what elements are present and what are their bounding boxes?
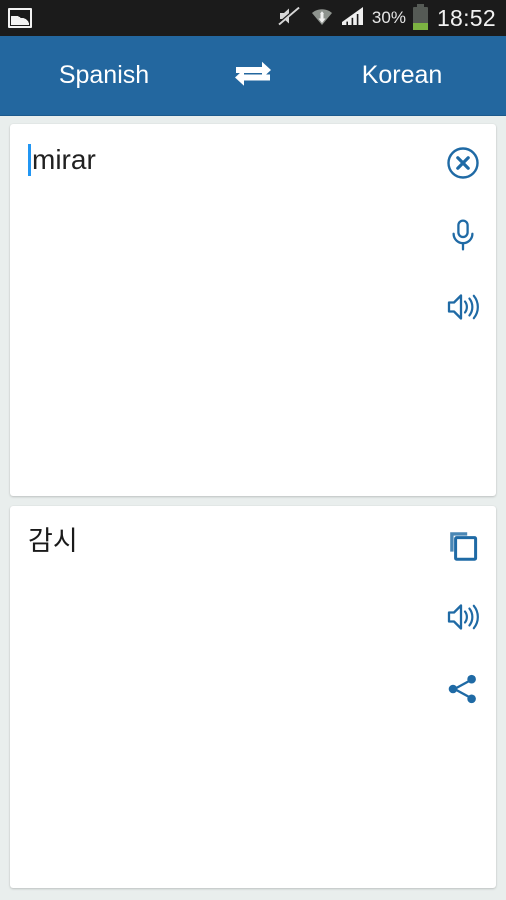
- gallery-icon: [8, 8, 32, 28]
- source-text-field[interactable]: mirar: [10, 124, 430, 496]
- translation-content: mirar 감시: [0, 116, 506, 900]
- source-text-wrapper: mirar: [28, 144, 96, 176]
- translated-text-card: 감시: [10, 506, 496, 888]
- share-button[interactable]: [441, 668, 485, 712]
- text-caret: [28, 144, 31, 176]
- source-actions: [430, 124, 496, 496]
- speaker-icon: [445, 291, 481, 326]
- wifi-data-icon: [310, 5, 334, 32]
- app-screen: 30% 18:52 Spanish Korean mirar 감시: [0, 0, 506, 900]
- voice-input-button[interactable]: [441, 214, 485, 258]
- battery-percent-label: 30%: [371, 8, 406, 27]
- swap-languages-button[interactable]: [208, 56, 298, 95]
- source-text-value: mirar: [32, 144, 96, 175]
- copy-button[interactable]: [441, 524, 485, 568]
- copy-icon: [447, 529, 479, 564]
- clear-button[interactable]: [441, 142, 485, 186]
- language-header: Spanish Korean: [0, 36, 506, 116]
- status-bar: 30% 18:52: [0, 0, 506, 36]
- source-language-button[interactable]: Spanish: [0, 63, 208, 88]
- volume-muted-icon: [277, 5, 303, 32]
- target-language-button[interactable]: Korean: [298, 63, 506, 88]
- status-bar-right: 30% 18:52: [277, 3, 496, 32]
- status-bar-left: [8, 8, 32, 28]
- translated-text-value: 감시: [28, 526, 78, 557]
- speaker-icon: [445, 601, 481, 636]
- swap-horizontal-icon: [232, 56, 274, 95]
- source-text-card: mirar: [10, 124, 496, 496]
- status-bar-clock: 18:52: [436, 4, 496, 31]
- battery-fill: [412, 22, 428, 30]
- listen-target-button[interactable]: [441, 596, 485, 640]
- cellular-signal-icon: [341, 5, 365, 32]
- listen-source-button[interactable]: [441, 286, 485, 330]
- microphone-icon: [447, 218, 479, 255]
- target-actions: [430, 506, 496, 888]
- translated-text-area[interactable]: 감시: [10, 506, 430, 888]
- battery-icon: [412, 3, 428, 30]
- share-icon: [447, 673, 479, 708]
- clear-circle-icon: [446, 146, 480, 183]
